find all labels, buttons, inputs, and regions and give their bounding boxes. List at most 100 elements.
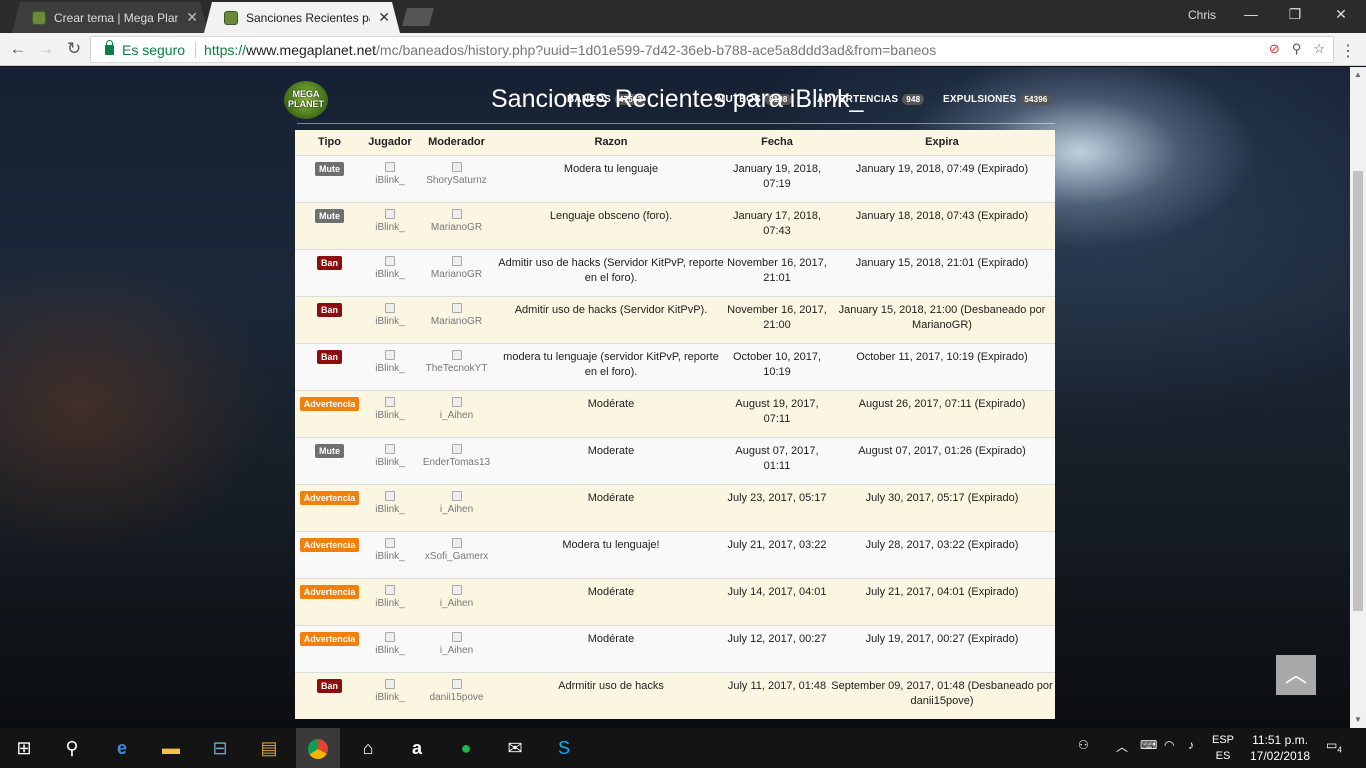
reason-cell: Adrmitir uso de hacks [497, 671, 725, 719]
clock-time: 11:51 p.m. [1252, 733, 1308, 747]
windows-start-icon[interactable]: ⊞ [10, 734, 38, 762]
scrollbar-thumb[interactable] [1353, 171, 1363, 611]
amazon-icon[interactable]: a [403, 734, 431, 762]
people-icon[interactable]: ⚇ [1078, 738, 1089, 752]
close-tab-icon[interactable]: ✕ [186, 9, 198, 26]
player-cell[interactable]: iBlink_ [364, 483, 416, 531]
expires-cell: September 09, 2017, 01:48 (Desbaneado po… [829, 671, 1055, 719]
show-hidden-icons-icon[interactable]: ︿ [1116, 738, 1128, 755]
player-cell[interactable]: iBlink_ [364, 436, 416, 484]
expires-cell: October 11, 2017, 10:19 (Expirado) [829, 342, 1055, 390]
player-cell[interactable]: iBlink_ [364, 389, 416, 437]
moderator-name: EnderTomas13 [422, 456, 491, 468]
minimize-icon[interactable]: — [1228, 4, 1274, 26]
moderator-cell[interactable]: i_Aihen [416, 577, 497, 625]
table-row: Ban iBlink_ TheTecnokYT moderа tu lenguaje … [295, 342, 1055, 390]
clock[interactable]: 11:51 p.m. 17/02/2018 [1244, 732, 1316, 764]
blocked-content-icon[interactable]: ⊘ [1269, 41, 1280, 57]
input-method-icon[interactable]: ⌨ [1140, 738, 1157, 752]
type-badge: Mute [315, 208, 344, 223]
player-cell[interactable]: iBlink_ [364, 577, 416, 625]
moderator-cell[interactable]: i_Aihen [416, 483, 497, 531]
player-cell[interactable]: iBlink_ [364, 248, 416, 296]
moderator-cell[interactable]: EnderTomas13 [416, 436, 497, 484]
player-cell[interactable]: iBlink_ [364, 201, 416, 249]
action-center-icon[interactable]: ▭4 [1326, 738, 1342, 754]
mail-icon[interactable]: ✉ [501, 734, 529, 762]
player-name: iBlink_ [375, 268, 405, 280]
table-row: Advertencia iBlink_ i_Aihen Modérate August … [295, 389, 1055, 437]
moderator-avatar-icon [451, 631, 462, 642]
file-explorer-icon[interactable]: ▬ [157, 734, 185, 762]
reason-cell: Admitir uso de hacks (Servidor KitPvP, r… [497, 248, 725, 296]
player-cell[interactable]: iBlink_ [364, 295, 416, 343]
moderator-cell[interactable]: TheTecnokYT [416, 342, 497, 390]
chrome-icon[interactable] [296, 728, 340, 768]
page-scrollbar[interactable]: ▲ ▼ [1350, 67, 1366, 728]
language-indicator[interactable]: ESP ES [1212, 732, 1234, 764]
reason-cell: Modérate [497, 389, 725, 437]
moderator-cell[interactable]: i_Aihen [416, 389, 497, 437]
column-header: Moderador [416, 130, 497, 155]
type-cell: Ban [295, 342, 364, 390]
scroll-down-icon[interactable]: ▼ [1354, 715, 1362, 724]
player-avatar-icon [385, 584, 395, 595]
tab-title: Crear tema | Mega Planet [54, 10, 179, 25]
moderator-name: MarianoGR [430, 315, 483, 327]
zoom-icon[interactable]: ⚲ [1292, 41, 1302, 57]
expires-cell: July 21, 2017, 04:01 (Expirado) [829, 577, 1055, 625]
search-icon[interactable]: ⚲ [58, 734, 86, 762]
lang-top: ESP [1212, 734, 1235, 746]
moderator-cell[interactable]: i_Aihen [416, 624, 497, 672]
table-row: Ban iBlink_ MarianoGR Admitir uso de hacks … [295, 248, 1055, 296]
player-avatar-icon [385, 255, 395, 266]
player-cell[interactable]: iBlink_ [364, 624, 416, 672]
forward-icon[interactable]: → [34, 38, 58, 62]
back-to-top-button[interactable]: ︿ [1276, 655, 1316, 695]
spotify-icon[interactable]: ● [452, 734, 480, 762]
clock-date: 17/02/2018 [1249, 749, 1311, 763]
skype-icon[interactable]: S [550, 734, 578, 762]
app-icon[interactable]: ▤ [255, 734, 283, 762]
player-avatar-icon [385, 161, 395, 172]
profile-name[interactable]: Chris [1188, 8, 1216, 22]
browser-menu-icon[interactable]: ⋮ [1340, 41, 1356, 61]
date-cell: July 11, 2017, 01:48 [725, 671, 829, 719]
address-bar[interactable]: Es seguro https://www.megaplanet.net/mc/… [90, 36, 1334, 63]
reason-cell: Modérate [497, 483, 725, 531]
scroll-up-icon[interactable]: ▲ [1354, 70, 1362, 79]
close-window-icon[interactable]: ✕ [1318, 4, 1364, 26]
tab-crear-tema[interactable]: Crear tema | Mega Planet ✕ [12, 2, 208, 33]
moderator-cell[interactable]: ShorySaturnz [416, 154, 497, 202]
maximize-icon[interactable]: ❐ [1272, 4, 1318, 26]
player-cell[interactable]: iBlink_ [364, 154, 416, 202]
player-cell[interactable]: iBlink_ [364, 530, 416, 578]
page-title: Sanciones Recientes para iBlink_ [491, 85, 864, 113]
moderator-cell[interactable]: MarianoGR [416, 295, 497, 343]
bookmark-star-icon[interactable]: ☆ [1313, 41, 1325, 57]
tab-sanciones[interactable]: Sanciones Recientes para ✕ [204, 2, 400, 33]
moderator-name: i_Aihen [439, 503, 474, 515]
nav-expulsiones[interactable]: EXPULSIONES 54396 [943, 94, 1052, 105]
edge-icon[interactable]: e [108, 734, 136, 762]
player-cell[interactable]: iBlink_ [364, 671, 416, 719]
player-name: iBlink_ [375, 456, 405, 468]
home-icon[interactable]: ⌂ [354, 734, 382, 762]
player-cell[interactable]: iBlink_ [364, 342, 416, 390]
back-icon[interactable]: ← [6, 38, 30, 62]
moderator-cell[interactable]: danii15pove [416, 671, 497, 719]
moderator-cell[interactable]: MarianoGR [416, 248, 497, 296]
moderator-cell[interactable]: xSofi_Gamerx [416, 530, 497, 578]
store-icon[interactable]: ⊟ [206, 734, 234, 762]
reload-icon[interactable]: ↻ [62, 38, 86, 62]
date-cell: July 23, 2017, 05:17 [725, 483, 829, 531]
volume-icon[interactable]: ♪ [1188, 738, 1194, 752]
type-badge: Advertencia [299, 396, 360, 411]
date-cell: January 19, 2018, 07:19 [725, 154, 829, 202]
megaplanet-logo[interactable]: MEGA PLANET [284, 81, 328, 119]
close-tab-icon[interactable]: ✕ [378, 9, 390, 26]
wifi-icon[interactable]: ◠ [1164, 738, 1174, 752]
moderator-cell[interactable]: MarianoGR [416, 201, 497, 249]
new-tab-button[interactable] [402, 8, 434, 26]
nav-count-badge: 948 [902, 94, 925, 105]
